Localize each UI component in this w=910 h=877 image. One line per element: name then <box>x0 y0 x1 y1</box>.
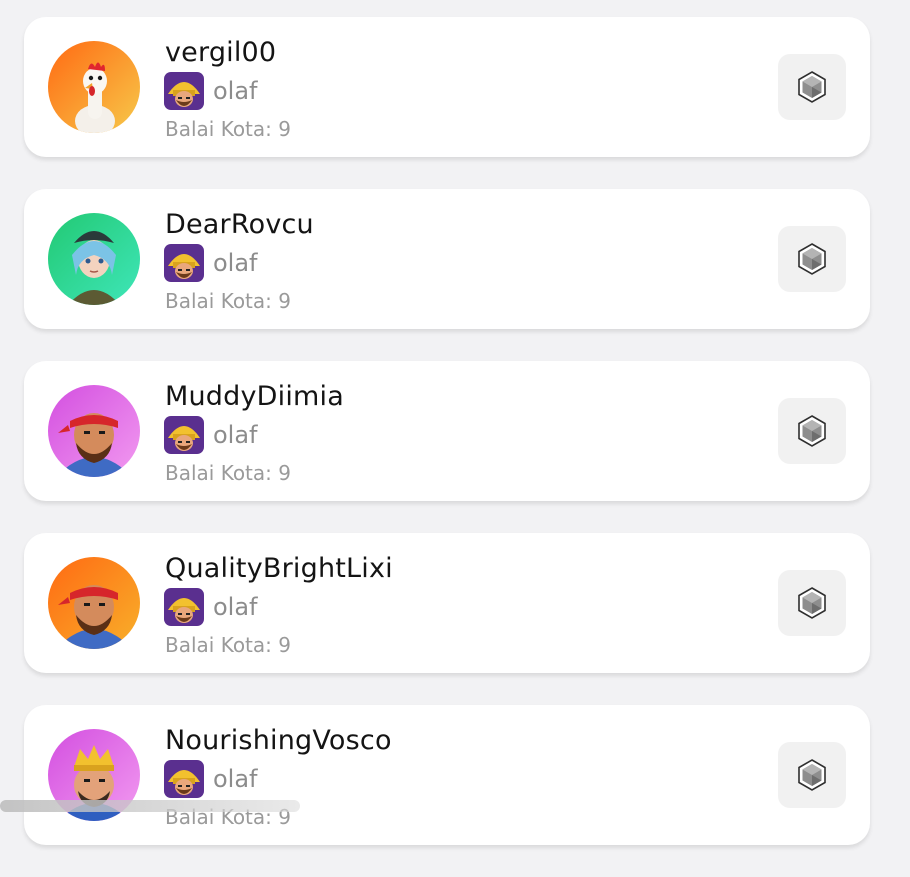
player-action-button[interactable] <box>778 398 846 464</box>
clan-name: olaf <box>213 421 258 449</box>
clash-of-clans-barbarian-icon <box>164 760 204 798</box>
town-hall-level: Balai Kota: 9 <box>165 117 291 141</box>
player-username: DearRovcu <box>165 209 314 240</box>
hexagon-gem-icon <box>798 759 826 791</box>
player-action-button[interactable] <box>778 570 846 636</box>
clan-name: olaf <box>213 77 258 105</box>
player-list: vergil00 olaf Balai Kota: 9 DearRovcu ol… <box>24 17 870 877</box>
town-hall-level: Balai Kota: 9 <box>165 289 291 313</box>
hexagon-gem-icon <box>798 415 826 447</box>
clash-of-clans-barbarian-icon <box>164 72 204 110</box>
clan-name: olaf <box>213 593 258 621</box>
player-card[interactable]: QualityBrightLixi olaf Balai Kota: 9 <box>24 533 870 673</box>
clan-info: olaf <box>164 244 258 282</box>
barbarian-headband-avatar <box>48 557 140 649</box>
clan-name: olaf <box>213 249 258 277</box>
town-hall-level: Balai Kota: 9 <box>165 633 291 657</box>
town-hall-level: Balai Kota: 9 <box>165 461 291 485</box>
player-username: vergil00 <box>165 37 277 68</box>
clan-name: olaf <box>213 765 258 793</box>
player-username: QualityBrightLixi <box>165 553 393 584</box>
player-username: MuddyDiimia <box>165 381 345 412</box>
player-username: NourishingVosco <box>165 725 392 756</box>
chicken-avatar <box>48 41 140 133</box>
home-indicator-bar[interactable] <box>0 800 300 812</box>
player-card[interactable]: DearRovcu olaf Balai Kota: 9 <box>24 189 870 329</box>
player-action-button[interactable] <box>778 226 846 292</box>
clash-of-clans-barbarian-icon <box>164 416 204 454</box>
clan-info: olaf <box>164 760 258 798</box>
clash-of-clans-barbarian-icon <box>164 588 204 626</box>
clash-of-clans-barbarian-icon <box>164 244 204 282</box>
clan-info: olaf <box>164 416 258 454</box>
anime-girl-avatar <box>48 213 140 305</box>
hexagon-gem-icon <box>798 71 826 103</box>
clan-info: olaf <box>164 72 258 110</box>
hexagon-gem-icon <box>798 587 826 619</box>
player-card[interactable]: NourishingVosco olaf Balai Kota: 9 <box>24 705 870 845</box>
player-card[interactable]: vergil00 olaf Balai Kota: 9 <box>24 17 870 157</box>
player-action-button[interactable] <box>778 54 846 120</box>
player-card[interactable]: MuddyDiimia olaf Balai Kota: 9 <box>24 361 870 501</box>
clan-info: olaf <box>164 588 258 626</box>
hexagon-gem-icon <box>798 243 826 275</box>
barbarian-headband-avatar <box>48 385 140 477</box>
player-action-button[interactable] <box>778 742 846 808</box>
